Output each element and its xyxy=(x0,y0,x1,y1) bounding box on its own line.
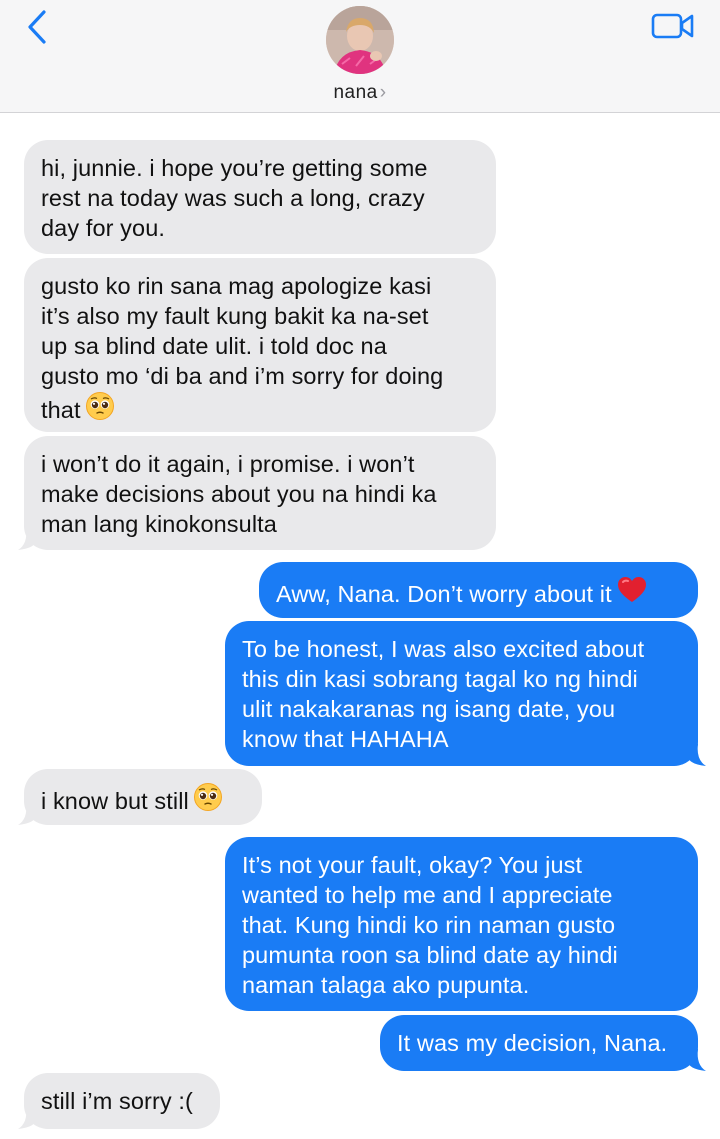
message-line: It was my decision, Nana. xyxy=(397,1030,668,1056)
avatar-image xyxy=(326,6,394,74)
bubble-tail xyxy=(688,1049,706,1071)
message-line: this din kasi sobrang tagal ko ng hindi xyxy=(242,666,638,692)
message-line: naman talaga ako pupunta. xyxy=(242,972,530,998)
facetime-video-button[interactable] xyxy=(648,8,698,44)
message-line: make decisions about you na hindi ka xyxy=(41,481,437,507)
message-line: it’s also my fault kung bakit ka na-set xyxy=(41,303,429,329)
message-line: gusto ko rin sana mag apologize kasi xyxy=(41,273,432,299)
message-bubble-incoming[interactable]: i won’t do it again, i promise. i won’t … xyxy=(24,436,496,550)
bubble-tail xyxy=(18,528,36,550)
contact-name: nana xyxy=(333,82,378,103)
conversation-header: nana › xyxy=(0,0,720,113)
message-line: know that HAHAHA xyxy=(242,726,449,752)
message-line: rest na today was such a long, crazy xyxy=(41,185,425,211)
message-line: hi, junnie. i hope you’re getting some xyxy=(41,155,428,181)
message-bubble-incoming[interactable]: i know but still xyxy=(24,769,262,825)
bubble-tail xyxy=(688,744,706,766)
message-bubble-incoming[interactable]: gusto ko rin sana mag apologize kasi it’… xyxy=(24,258,496,432)
bubble-tail xyxy=(18,1107,36,1129)
chevron-left-icon xyxy=(28,10,46,44)
message-line: gusto mo ‘di ba and i’m sorry for doing xyxy=(41,363,444,389)
message-line: up sa blind date ulit. i told doc na xyxy=(41,333,387,359)
contact-name-link[interactable]: nana › xyxy=(0,82,720,104)
message-bubble-incoming[interactable]: still i’m sorry :( xyxy=(24,1073,220,1129)
message-line: i know but still xyxy=(41,788,189,814)
message-line: that xyxy=(41,397,81,423)
message-bubble-outgoing[interactable]: Aww, Nana. Don’t worry about it xyxy=(259,562,698,618)
message-line: wanted to help me and I appreciate xyxy=(242,882,613,908)
message-line: man lang kinokonsulta xyxy=(41,511,277,537)
message-bubble-outgoing[interactable]: To be honest, I was also excited about t… xyxy=(225,621,698,766)
message-line: that. Kung hindi ko rin naman gusto xyxy=(242,912,616,938)
video-camera-icon xyxy=(651,13,694,39)
message-bubble-outgoing[interactable]: It’s not your fault, okay? You just want… xyxy=(225,837,698,1011)
message-line: ulit nakakaranas ng isang date, you xyxy=(242,696,616,722)
back-button[interactable] xyxy=(20,8,54,46)
bubble-tail xyxy=(18,803,36,825)
message-line: pumunta roon sa blind date ay hindi xyxy=(242,942,618,968)
pleading-face-emoji xyxy=(193,782,223,819)
message-bubble-incoming[interactable]: hi, junnie. i hope you’re getting some r… xyxy=(24,140,496,254)
red-heart-emoji xyxy=(616,575,648,612)
message-line: It’s not your fault, okay? You just xyxy=(242,852,583,878)
contact-avatar[interactable] xyxy=(326,6,394,74)
message-line: To be honest, I was also excited about xyxy=(242,636,645,662)
message-line: day for you. xyxy=(41,215,165,241)
message-line: Aww, Nana. Don’t worry about it xyxy=(276,581,612,607)
pleading-face-emoji xyxy=(85,391,115,428)
message-line: still i’m sorry :( xyxy=(41,1088,193,1114)
chevron-right-icon: › xyxy=(379,82,387,103)
message-line: i won’t do it again, i promise. i won’t xyxy=(41,451,415,477)
message-bubble-outgoing[interactable]: It was my decision, Nana. xyxy=(380,1015,698,1071)
